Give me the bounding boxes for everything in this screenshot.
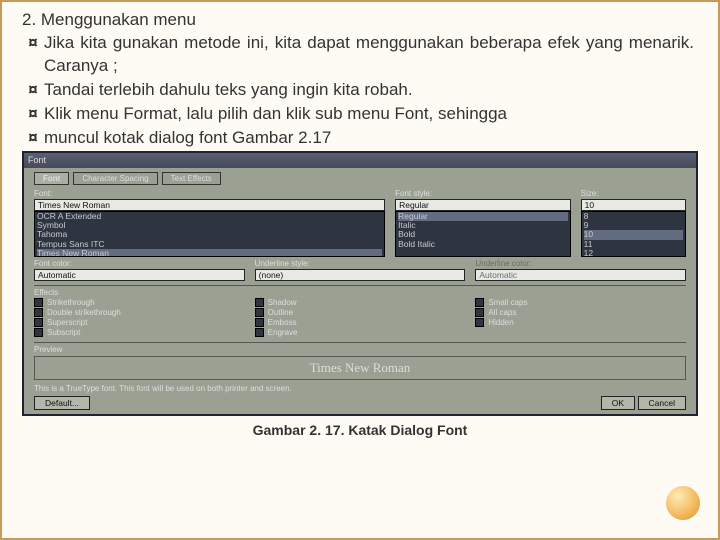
effect-label: Engrave [268,328,298,338]
checkbox-subscript[interactable] [34,328,43,337]
underline-color-select: Automatic [475,269,686,281]
bullet-text: muncul kotak dialog font Gambar 2.17 [44,127,694,150]
list-item[interactable]: 12 [584,249,683,257]
list-item[interactable]: 8 [584,212,683,221]
preview-label: Preview [34,345,686,354]
style-listbox[interactable]: Regular Italic Bold Bold Italic [395,211,571,257]
list-item[interactable]: 9 [584,221,683,230]
bullet-text: Klik menu Format, lalu pilih dan klik su… [44,103,694,126]
font-note: This is a TrueType font. This font will … [34,384,686,393]
checkbox-all-caps[interactable] [475,308,484,317]
font-row: Font: Times New Roman OCR A Extended Sym… [34,189,686,257]
preview-pane: Times New Roman [34,356,686,380]
effect-label: Small caps [488,298,527,308]
dialog-tabs: Font Character Spacing Text Effects [34,172,686,185]
effect-label: All caps [488,308,516,318]
list-item[interactable]: Symbol [37,221,382,230]
style-input[interactable]: Regular [395,199,571,211]
style-label: Font style: [395,189,571,198]
color-row: Font color: Automatic Underline style: (… [34,259,686,281]
checkbox-outline[interactable] [255,308,264,317]
dialog-title: Font [28,155,46,165]
bullet-icon: ¤ [22,103,44,126]
list-item[interactable]: Bold Italic [398,240,568,249]
checkbox-strikethrough[interactable] [34,298,43,307]
effects-label: Effects [34,288,686,297]
list-item[interactable]: Regular [398,212,568,221]
effects-group: Strikethrough Double strikethrough Super… [34,298,686,338]
bullet-item: ¤ Klik menu Format, lalu pilih dan klik … [22,103,694,126]
font-color-select[interactable]: Automatic [34,269,245,281]
bullet-icon: ¤ [22,79,44,102]
underline-color-label: Underline color: [475,259,686,268]
effect-label: Subscript [47,328,80,338]
default-button[interactable]: Default... [34,396,90,410]
font-input[interactable]: Times New Roman [34,199,385,211]
list-item[interactable]: Times New Roman [37,249,382,257]
effect-label: Double strikethrough [47,308,121,318]
effect-label: Outline [268,308,293,318]
underline-style-select[interactable]: (none) [255,269,466,281]
bullet-item: ¤ Tandai terlebih dahulu teks yang ingin… [22,79,694,102]
tab-text-effects[interactable]: Text Effects [162,172,221,185]
effect-label: Shadow [268,298,297,308]
bullet-item: ¤ Jika kita gunakan metode ini, kita dap… [22,32,694,78]
checkbox-superscript[interactable] [34,318,43,327]
divider [34,342,686,343]
ok-button[interactable]: OK [601,396,635,410]
section-heading: 2. Menggunakan menu [22,10,694,30]
font-dialog: Font Font Character Spacing Text Effects… [22,151,698,416]
effect-label: Hidden [488,318,513,328]
slide-content: 2. Menggunakan menu ¤ Jika kita gunakan … [2,2,718,150]
cancel-button[interactable]: Cancel [638,396,686,410]
checkbox-shadow[interactable] [255,298,264,307]
list-item[interactable]: Italic [398,221,568,230]
checkbox-small-caps[interactable] [475,298,484,307]
font-listbox[interactable]: OCR A Extended Symbol Tahoma Tempus Sans… [34,211,385,257]
tab-character-spacing[interactable]: Character Spacing [73,172,157,185]
bullet-item: ¤ muncul kotak dialog font Gambar 2.17 [22,127,694,150]
list-item[interactable]: OCR A Extended [37,212,382,221]
checkbox-hidden[interactable] [475,318,484,327]
effect-label: Superscript [47,318,87,328]
size-label: Size: [581,189,686,198]
size-input[interactable]: 10 [581,199,686,211]
dialog-buttons: Default... OK Cancel [34,396,686,410]
bullet-icon: ¤ [22,32,44,78]
checkbox-double-strikethrough[interactable] [34,308,43,317]
underline-style-label: Underline style: [255,259,466,268]
divider [34,285,686,286]
bullet-icon: ¤ [22,127,44,150]
effect-label: Emboss [268,318,297,328]
font-color-label: Font color: [34,259,245,268]
preview-text: Times New Roman [310,360,411,376]
list-item[interactable]: 10 [584,230,683,239]
effect-label: Strikethrough [47,298,95,308]
checkbox-engrave[interactable] [255,328,264,337]
figure-caption: Gambar 2. 17. Katak Dialog Font [2,422,718,438]
dialog-titlebar[interactable]: Font [24,153,696,168]
tab-font[interactable]: Font [34,172,69,185]
bullet-text: Tandai terlebih dahulu teks yang ingin k… [44,79,694,102]
bullet-text: Jika kita gunakan metode ini, kita dapat… [44,32,694,78]
size-listbox[interactable]: 8 9 10 11 12 [581,211,686,257]
list-item[interactable]: 11 [584,240,683,249]
checkbox-emboss[interactable] [255,318,264,327]
font-label: Font: [34,189,385,198]
decorative-orb [666,486,700,520]
